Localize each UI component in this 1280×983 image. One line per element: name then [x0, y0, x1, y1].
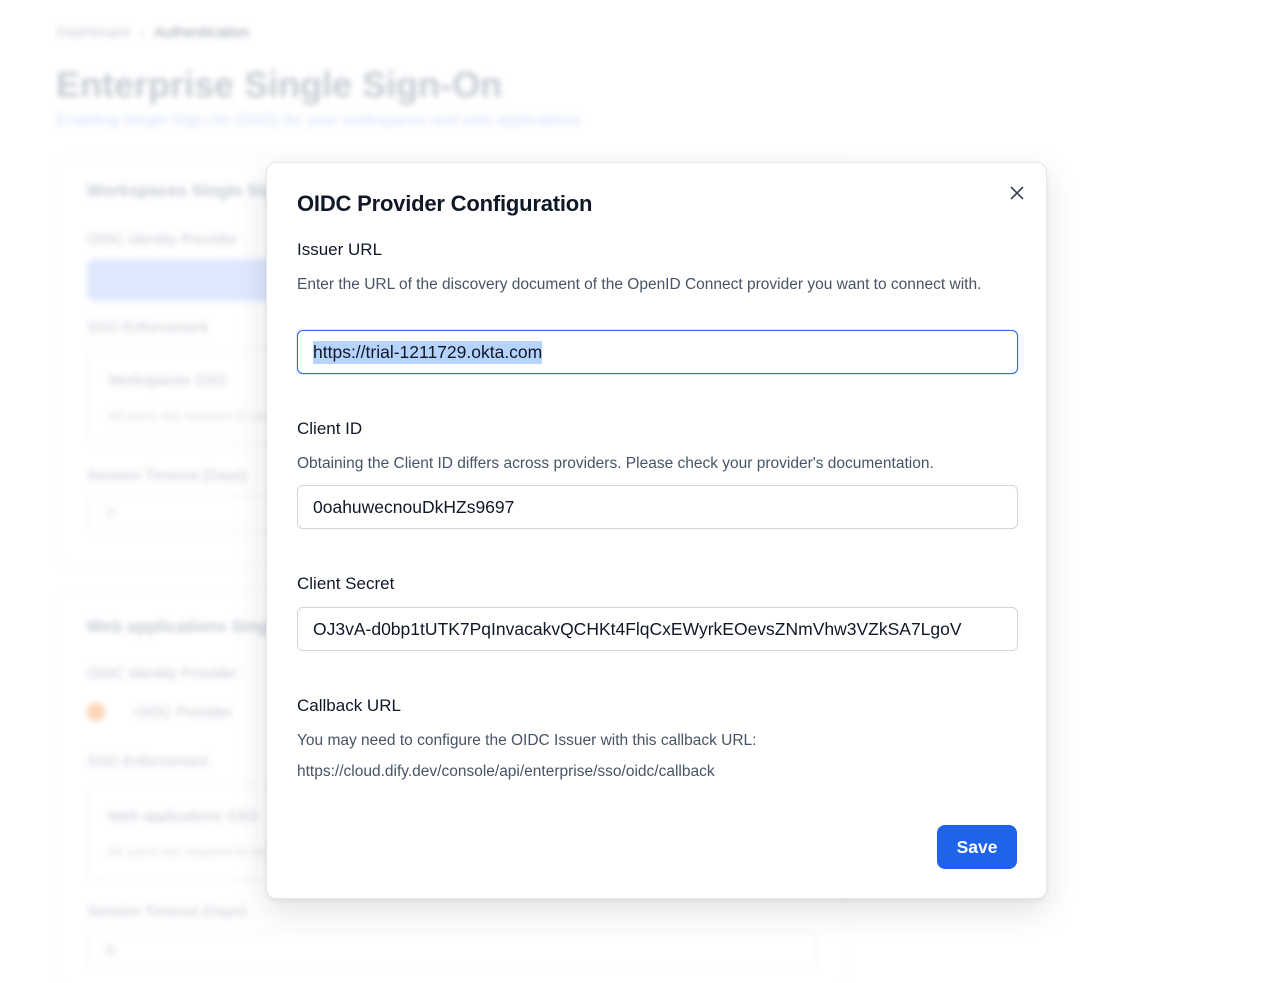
close-button[interactable]: [1005, 181, 1029, 205]
field-label: SSO Enforcement: [87, 319, 208, 336]
session-timeout-input[interactable]: 0: [87, 931, 817, 969]
page-title: Enterprise Single Sign-On: [56, 64, 503, 105]
session-timeout-value: 7: [106, 506, 114, 522]
breadcrumb-item[interactable]: Dashboard: [56, 24, 129, 41]
oidc-provider-select[interactable]: OIDC Provider: [87, 703, 233, 721]
field-label: OIDC Identity Provider: [87, 231, 238, 248]
oidc-config-modal: OIDC Provider Configuration Issuer URL E…: [266, 162, 1047, 899]
provider-name: OIDC Provider: [135, 703, 233, 721]
client-secret-value: OJ3vA-d0bp1tUTK7PqInvacakvQCHKt4FlqCxEWy…: [313, 618, 962, 639]
field-label: Session Timeout (Days): [87, 903, 247, 920]
client-id-help: Obtaining the Client ID differs across p…: [297, 455, 934, 472]
issuer-url-label: Issuer URL: [297, 240, 383, 259]
close-icon: [1010, 186, 1024, 200]
field-label: SSO Enforcement: [87, 753, 208, 770]
issuer-url-input[interactable]: https://trial-1211729.okta.com: [297, 330, 1018, 374]
callback-url-help: You may need to configure the OIDC Issue…: [297, 732, 757, 749]
breadcrumb-item-current: Authentication: [154, 24, 250, 41]
client-secret-input[interactable]: OJ3vA-d0bp1tUTK7PqInvacakvQCHKt4FlqCxEWy…: [297, 607, 1018, 651]
issuer-url-help: Enter the URL of the discovery document …: [297, 276, 982, 293]
callback-url-value: https://cloud.dify.dev/console/api/enter…: [297, 763, 715, 780]
session-timeout-value: 0: [106, 942, 114, 958]
field-label: Session Timeout (Days): [87, 467, 247, 484]
field-label: OIDC Identity Provider: [87, 665, 238, 682]
client-id-input[interactable]: 0oahuwecnouDkHZs9697: [297, 485, 1018, 529]
option-title: Web applications SSO: [108, 808, 258, 825]
client-id-value: 0oahuwecnouDkHZs9697: [313, 496, 515, 517]
page-subtitle: Enabling Single Sign-On (SSO) for your w…: [56, 112, 581, 129]
modal-title: OIDC Provider Configuration: [297, 191, 593, 216]
provider-icon: [87, 703, 105, 721]
issuer-url-value: https://trial-1211729.okta.com: [313, 340, 543, 364]
client-secret-label: Client Secret: [297, 574, 395, 593]
save-button[interactable]: Save: [937, 825, 1017, 869]
client-id-label: Client ID: [297, 419, 363, 438]
callback-url-label: Callback URL: [297, 696, 401, 715]
breadcrumb-separator: ›: [139, 24, 145, 41]
option-title: Workspaces SSO: [108, 372, 227, 389]
breadcrumb: Dashboard › Authentication: [56, 24, 249, 41]
